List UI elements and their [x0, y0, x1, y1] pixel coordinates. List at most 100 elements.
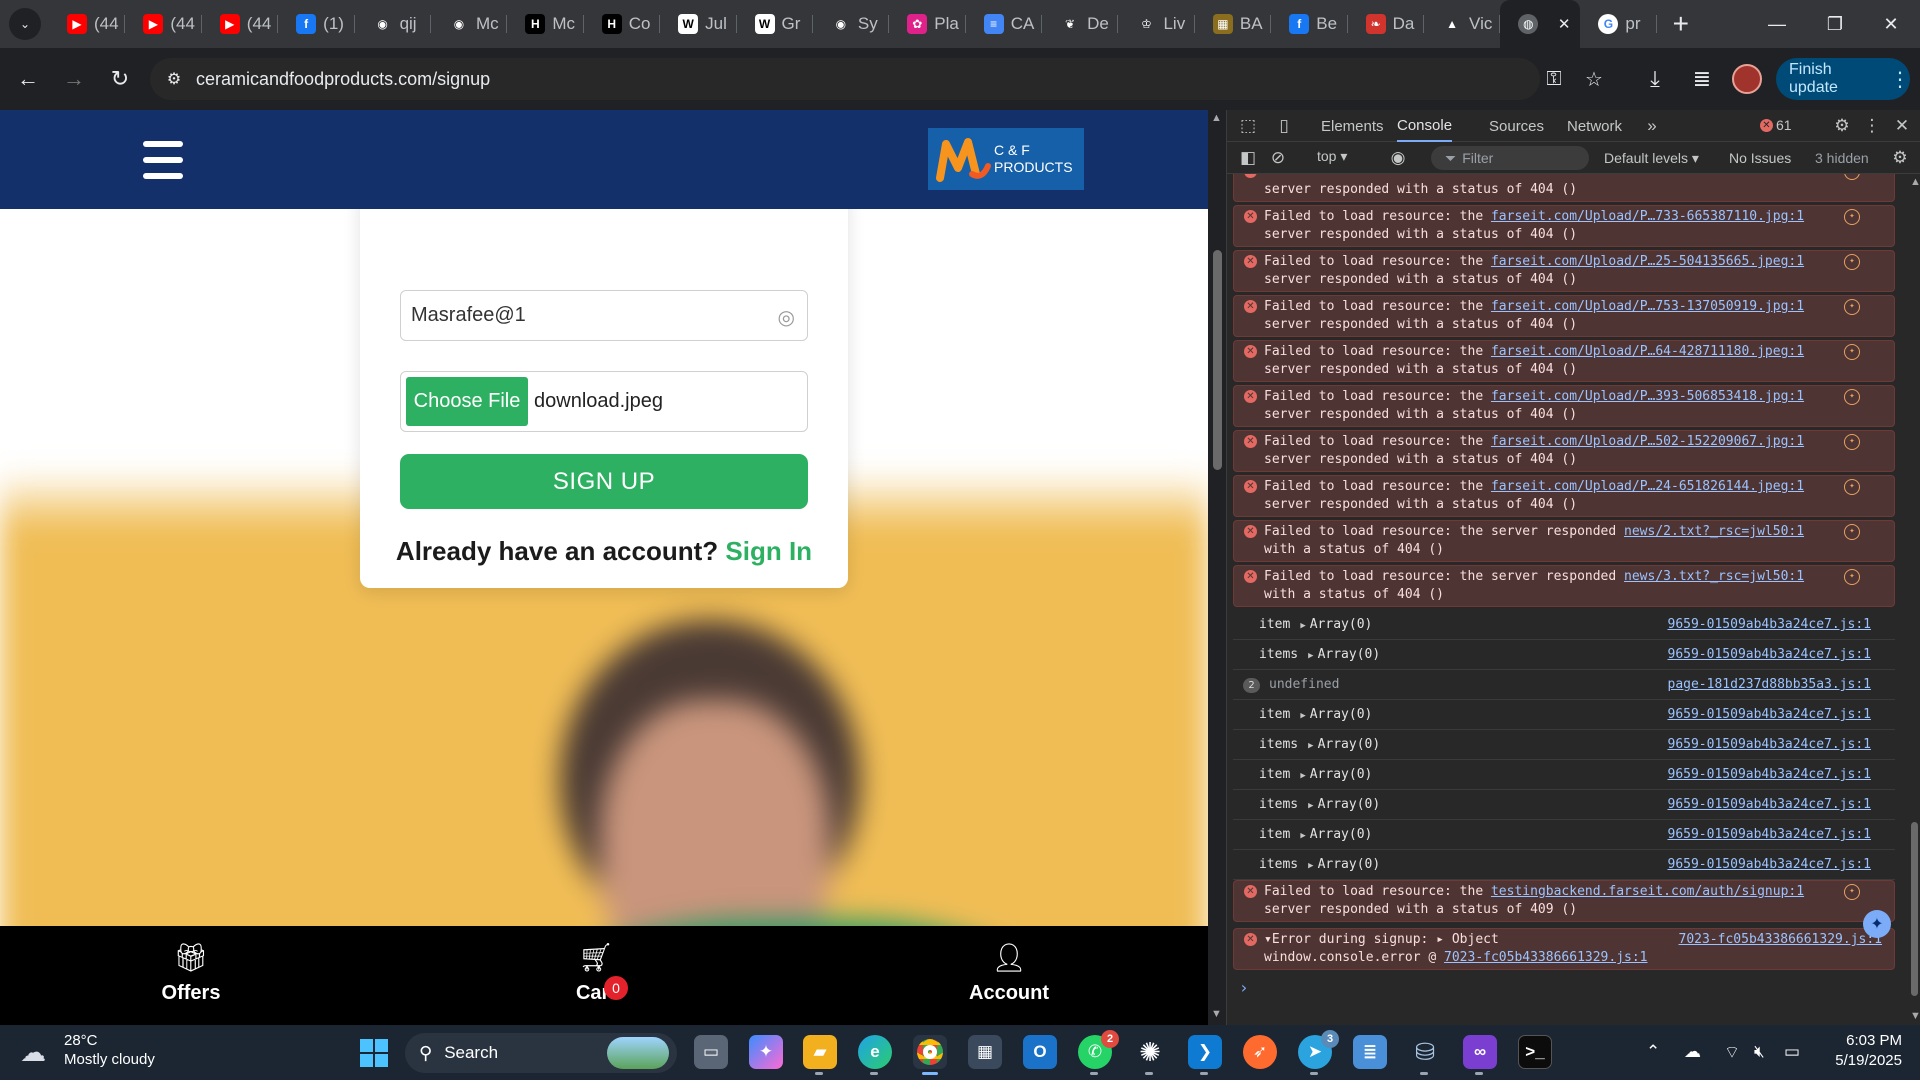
- stack-link[interactable]: 7023-fc05b43386661329.js:1: [1444, 950, 1648, 965]
- error-count-badge[interactable]: ✕ 61: [1760, 117, 1792, 133]
- forward-button[interactable]: →: [54, 59, 94, 99]
- tab-3[interactable]: f (1): [278, 0, 355, 48]
- understand-error-ai-icon[interactable]: ✦: [1844, 209, 1860, 225]
- chatgpt-icon[interactable]: ✺: [1133, 1035, 1167, 1069]
- eye-icon[interactable]: ◎: [778, 305, 795, 330]
- source-link[interactable]: 9659-01509ab4b3a24ce7.js:1: [1668, 610, 1872, 640]
- url-text[interactable]: ceramicandfoodproducts.com/signup: [196, 69, 490, 90]
- console-error-message[interactable]: ✕ Failed to load resource: the farseit.co…: [1233, 205, 1895, 247]
- scroll-down-icon[interactable]: ▼: [1910, 1010, 1920, 1022]
- show-hidden-icons-chevron-icon[interactable]: ⌃: [1646, 1042, 1660, 1062]
- tab-13[interactable]: ❦ De: [1042, 0, 1119, 48]
- tab-elements[interactable]: Elements: [1321, 110, 1384, 142]
- tab-active[interactable]: ◍ ✕: [1500, 0, 1581, 48]
- log-value[interactable]: Array(0): [1318, 737, 1381, 752]
- understand-error-ai-icon[interactable]: ✦: [1844, 344, 1860, 360]
- understand-error-ai-icon[interactable]: ✦: [1844, 524, 1860, 540]
- log-value[interactable]: Array(0): [1310, 827, 1373, 842]
- page-scroll-thumb[interactable]: [1213, 250, 1222, 470]
- sidebar-toggle-icon[interactable]: ◧: [1233, 142, 1263, 174]
- bookmark-star-icon[interactable]: ☆: [1574, 58, 1614, 100]
- maximize-button[interactable]: ❐: [1806, 0, 1864, 48]
- weather-temperature[interactable]: 28°C: [64, 1032, 98, 1049]
- scroll-up-icon[interactable]: ▲: [1211, 112, 1222, 124]
- password-field[interactable]: Masrafee@1 ◎: [400, 290, 808, 341]
- console-error-message[interactable]: ✕ ▾Error during signup: ▸ Object 7023-fc05…: [1233, 928, 1895, 970]
- tab-16[interactable]: f Be: [1271, 0, 1348, 48]
- tab-sources[interactable]: Sources: [1489, 110, 1544, 142]
- copilot-icon[interactable]: ✦: [749, 1035, 783, 1069]
- resource-link[interactable]: farseit.com/Upload/P…733-665387110.jpg:1: [1491, 209, 1804, 224]
- tab-18[interactable]: ▲ Vic: [1424, 0, 1501, 48]
- tab-12[interactable]: ≡ CA: [966, 0, 1043, 48]
- source-link[interactable]: 9659-01509ab4b3a24ce7.js:1: [1668, 820, 1872, 850]
- understand-error-ai-icon[interactable]: ✦: [1844, 434, 1860, 450]
- settings-gear-icon[interactable]: ⚙: [1827, 110, 1857, 142]
- log-levels-select[interactable]: Default levels ▾: [1604, 150, 1699, 167]
- tab-network[interactable]: Network: [1567, 110, 1622, 142]
- console-error-message[interactable]: ✕ Failed to load resource: the farseit.co…: [1233, 430, 1895, 472]
- cloud-icon[interactable]: ☁: [20, 1037, 46, 1068]
- weather-description[interactable]: Mostly cloudy: [64, 1051, 155, 1068]
- download-icon[interactable]: ⤓: [1635, 58, 1675, 100]
- understand-error-ai-icon[interactable]: ✦: [1844, 479, 1860, 495]
- understand-error-ai-icon[interactable]: ✦: [1844, 389, 1860, 405]
- tab-9[interactable]: W Gr: [737, 0, 813, 48]
- expand-triangle-icon[interactable]: ▶: [1300, 621, 1305, 631]
- tab-6[interactable]: H Mc: [507, 0, 584, 48]
- close-window-button[interactable]: ✕: [1862, 0, 1920, 48]
- inspect-element-icon[interactable]: ⬚: [1233, 110, 1263, 142]
- vscode-icon[interactable]: ❯: [1188, 1035, 1222, 1069]
- expand-triangle-icon[interactable]: ▶: [1308, 651, 1313, 661]
- console-log-message[interactable]: items ▶ Array(0) 9659-01509ab4b3a24ce7.js:1: [1233, 640, 1895, 670]
- source-link[interactable]: 9659-01509ab4b3a24ce7.js:1: [1668, 730, 1872, 760]
- hamburger-menu-icon[interactable]: [143, 141, 183, 179]
- source-link[interactable]: 9659-01509ab4b3a24ce7.js:1: [1668, 850, 1872, 880]
- address-bar[interactable]: ⚙ ceramicandfoodproducts.com/signup ⚿ ☆: [150, 58, 1603, 100]
- log-value[interactable]: Array(0): [1318, 647, 1381, 662]
- scroll-up-icon[interactable]: ▲: [1910, 176, 1920, 188]
- console-settings-icon[interactable]: ⚙: [1885, 142, 1915, 174]
- clock-time[interactable]: 6:03 PM: [1822, 1032, 1902, 1049]
- expand-triangle-icon[interactable]: ▶: [1300, 831, 1305, 841]
- console-error-message[interactable]: ✕ Failed to load resource: the farseit.co…: [1233, 475, 1895, 517]
- signup-button[interactable]: SIGN UP: [400, 454, 808, 509]
- site-logo[interactable]: C & F PRODUCTS: [928, 128, 1084, 190]
- console-error-message[interactable]: ✕ Failed to load resource: the server res…: [1233, 520, 1895, 562]
- console-log-message[interactable]: item ▶ Array(0) 9659-01509ab4b3a24ce7.js:1: [1233, 760, 1895, 790]
- terminal-icon[interactable]: >_: [1518, 1035, 1552, 1069]
- resource-link[interactable]: news/3.txt?_rsc=jwl50:1: [1624, 569, 1804, 584]
- console-error-message[interactable]: ✕ Failed to load resource: the farseit.co…: [1233, 340, 1895, 382]
- nav-cart[interactable]: 🛒︎ Cart 0: [516, 940, 676, 1005]
- source-link[interactable]: 9659-01509ab4b3a24ce7.js:1: [1668, 790, 1872, 820]
- log-value[interactable]: Array(0): [1310, 617, 1373, 632]
- postman-icon[interactable]: ➶: [1243, 1035, 1277, 1069]
- nav-account[interactable]: 👤︎ Account: [929, 940, 1089, 1005]
- media-controls-icon[interactable]: ≣: [1682, 58, 1722, 100]
- understand-error-ai-icon[interactable]: ✦: [1844, 254, 1860, 270]
- telegram-icon[interactable]: ➤ 3: [1298, 1030, 1339, 1069]
- clock-date[interactable]: 5/19/2025: [1822, 1052, 1902, 1069]
- tab-7[interactable]: H Co: [584, 0, 661, 48]
- issues-count[interactable]: No Issues: [1729, 150, 1791, 166]
- nav-offers[interactable]: 🎁︎ Offers: [111, 940, 271, 1005]
- profile-avatar[interactable]: [1732, 64, 1762, 94]
- console-error-message[interactable]: ✕ Failed to load resource: the server res…: [1233, 565, 1895, 607]
- edge-icon[interactable]: e: [858, 1035, 892, 1069]
- source-link[interactable]: 9659-01509ab4b3a24ce7.js:1: [1668, 760, 1872, 790]
- taskbar-search[interactable]: ⚲ Search: [405, 1033, 677, 1073]
- log-value[interactable]: Array(0): [1318, 797, 1381, 812]
- wifi-icon[interactable]: ⌔: [1724, 1042, 1740, 1063]
- reload-button[interactable]: ↻: [100, 59, 140, 99]
- tab-0[interactable]: ▶ (44: [49, 0, 126, 48]
- context-select[interactable]: top ▾: [1317, 148, 1347, 165]
- log-value[interactable]: Array(0): [1310, 767, 1373, 782]
- windows-start-icon[interactable]: [360, 1039, 388, 1067]
- resource-link[interactable]: testingbackend.farseit.com/auth/signup:1: [1491, 884, 1804, 899]
- close-tab-icon[interactable]: ✕: [1558, 15, 1571, 33]
- task-view-icon[interactable]: ▭: [694, 1035, 728, 1069]
- log-value[interactable]: Array(0): [1318, 857, 1381, 872]
- resource-link[interactable]: farseit.com/Upload/P…24-651826144.jpeg:1: [1491, 479, 1804, 494]
- log-value[interactable]: Array(0): [1310, 707, 1373, 722]
- console-log-message[interactable]: items ▶ Array(0) 9659-01509ab4b3a24ce7.js:1: [1233, 850, 1895, 880]
